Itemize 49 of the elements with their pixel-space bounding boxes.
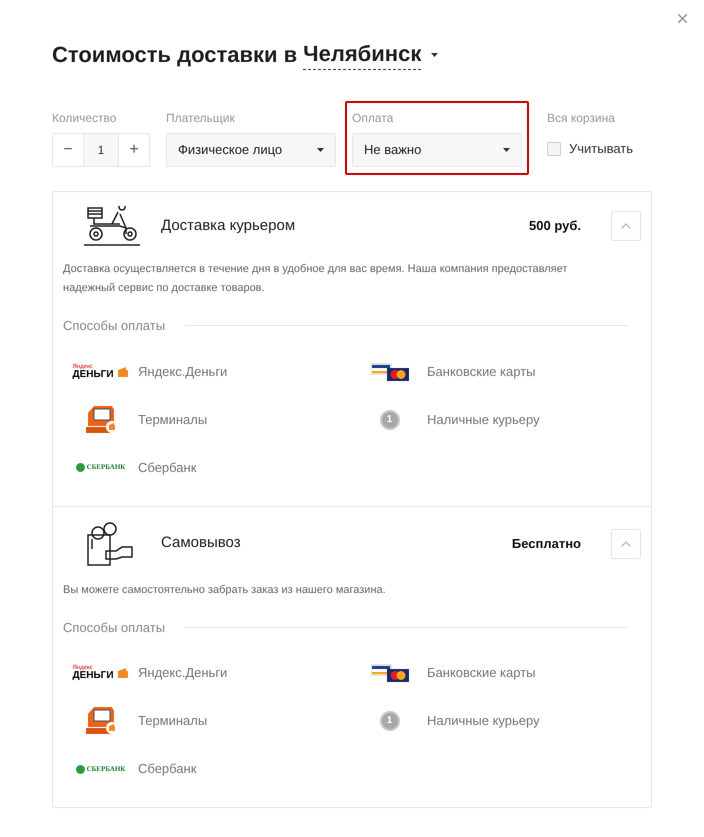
checkbox-label: Учитывать (569, 140, 634, 158)
wallet-icon (116, 366, 129, 378)
payment-method-label: Банковские карты (427, 664, 536, 682)
payment-method-label: Сбербанк (138, 760, 196, 778)
payment-method-label: Терминалы (138, 410, 208, 429)
delivery-price: Бесплатно (512, 534, 581, 553)
payment-method-label: Наличные курьеру (427, 410, 540, 429)
sberbank-emblem-icon (76, 463, 85, 472)
scooter-icon (84, 206, 140, 246)
caret-icon (503, 148, 510, 152)
decrement-button[interactable]: − (53, 134, 83, 166)
section-heading: Способы оплаты (63, 618, 166, 636)
logo-text: ДЕНЬГИ (72, 370, 114, 380)
delivery-description: Вы можете самостоятельно забрать заказ из нашего магазина. (63, 582, 387, 598)
collapse-button[interactable] (611, 528, 641, 558)
delivery-price: 500 руб. (529, 217, 581, 236)
coin-number: 1 (386, 716, 392, 726)
field-label: Плательщик (166, 110, 236, 127)
caret-icon (317, 148, 324, 152)
payment-method-label: Терминалы (138, 712, 208, 730)
payment-terminal-icon (84, 404, 118, 434)
bank-cards-icon (370, 664, 408, 682)
coin-number: 1 (386, 414, 392, 424)
delivery-method-name: Самовывоз (161, 533, 242, 554)
payment-method-label: Банковские карты (427, 362, 536, 381)
section-heading: Способы оплаты (63, 317, 166, 335)
payment-method-label: Яндекс.Деньги (138, 664, 228, 682)
quantity-value[interactable]: 1 (83, 134, 119, 166)
bank-cards-icon (370, 362, 408, 380)
checkbox[interactable] (547, 142, 561, 156)
payment-method-label: Яндекс.Деньги (138, 362, 228, 381)
payment-terminal-icon (84, 706, 118, 736)
field-label: Количество (52, 110, 118, 127)
payment-dropdown[interactable]: Не важно (352, 133, 522, 167)
logo-text: ДЕНЬГИ (72, 671, 114, 681)
payment-method-label: Сбербанк (138, 458, 196, 477)
payment-method-label: Наличные курьеру (427, 712, 540, 730)
collapse-button[interactable] (611, 211, 641, 241)
sberbank-emblem-icon (76, 764, 85, 774)
field-label: Вся корзина (547, 110, 616, 127)
payer-dropdown[interactable]: Физическое лицо (166, 133, 336, 167)
caret-icon (431, 52, 438, 56)
increment-button[interactable]: + (119, 134, 149, 166)
wallet-icon (116, 667, 129, 679)
dialog-title: Стоимость доставки в (52, 41, 298, 69)
field-label: Оплата (352, 110, 394, 127)
city-dropdown[interactable]: Челябинск (303, 39, 438, 70)
delivery-description: Доставка осуществляется в течение дня в удобное для вас время. Наша компания предоставляет надежный сервис по доставке товаров. (63, 262, 568, 296)
delivery-method-name: Доставка курьером (161, 216, 296, 236)
